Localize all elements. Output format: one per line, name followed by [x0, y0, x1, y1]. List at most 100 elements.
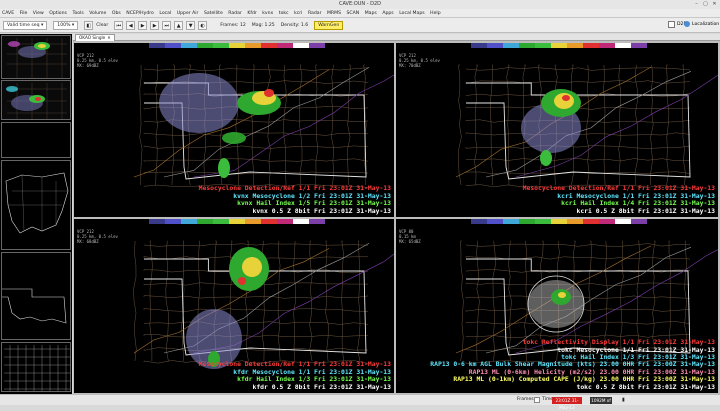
thumbnail-oklahoma-map[interactable]: [1, 252, 71, 340]
menu-item-tokc[interactable]: tokc: [279, 11, 289, 16]
menu-item-apps[interactable]: Apps: [382, 11, 393, 16]
thumbnail-blank[interactable]: [1, 122, 71, 158]
color-bar-segment: [631, 43, 647, 48]
menu-item-view[interactable]: View: [33, 11, 44, 16]
color-bar-segment: [293, 219, 309, 224]
clear-icon[interactable]: ◧: [84, 20, 94, 30]
density-control[interactable]: Density: 1.6: [281, 23, 308, 28]
radar-info-line: MX: 68dBZ: [77, 239, 99, 244]
menu-item-upper-air[interactable]: Upper Air: [177, 11, 199, 16]
warngen-button[interactable]: WarnGen: [314, 20, 344, 30]
pane-kvnx[interactable]: VCP 212 0.25 km, 0.5 elev MX: 69dBZ Mesocyc…: [74, 43, 394, 217]
radar-echo: [159, 73, 239, 133]
menu-item-cave[interactable]: CAVE: [2, 11, 14, 16]
menu-item-kvnx[interactable]: kvnx: [262, 11, 273, 16]
radar-info-readout: VCP 212 0.25 km, 0.5 elev MX: 68dBZ: [77, 229, 118, 244]
menu-item-options[interactable]: Options: [49, 11, 67, 16]
menu-item-mrms[interactable]: MRMS: [327, 11, 341, 16]
thumbnail-radar-1[interactable]: [1, 35, 71, 79]
color-bar-segment: [583, 219, 599, 224]
radar-echo: [238, 277, 246, 285]
county-line: [143, 67, 369, 71]
color-bar-segment: [181, 219, 197, 224]
localization-button[interactable]: Localization: [684, 21, 719, 27]
thumbnail-us-map[interactable]: [1, 160, 71, 250]
menu-item-volume[interactable]: Volume: [89, 11, 106, 16]
menu-item-kfdr[interactable]: Kfdr: [247, 11, 256, 16]
legend-entry[interactable]: kcri 0.5 Z 8bit Fri 23:01Z 31-May-13: [523, 207, 715, 215]
play-icon[interactable]: ▶: [138, 20, 148, 30]
menu-item-help[interactable]: Help: [430, 11, 440, 16]
menu-item-tools[interactable]: Tools: [72, 11, 83, 16]
county-line: [143, 334, 369, 338]
menu-item-scan[interactable]: SCAN: [347, 11, 360, 16]
county-line: [325, 240, 329, 362]
color-bar-segment: [245, 219, 261, 224]
last-frame-icon[interactable]: ⏭: [162, 20, 172, 30]
radar-echo: [242, 257, 262, 277]
thumbnail-radar-1-map: [2, 36, 70, 78]
image-properties-icon[interactable]: ◐: [198, 20, 208, 30]
color-bar-segment: [567, 43, 583, 48]
color-bar-segment: [245, 43, 261, 48]
menu-item-obs[interactable]: Obs: [112, 11, 121, 16]
thumbnail-county-map[interactable]: [1, 342, 71, 392]
county-line: [143, 145, 369, 149]
legend-entry[interactable]: tokc 0.5 Z 8bit Fri 23:01Z 31-May-13: [430, 383, 715, 391]
maximize-icon[interactable]: ▢: [702, 1, 709, 7]
up-arrow-icon[interactable]: ▲: [174, 20, 184, 30]
menu-item-local[interactable]: Local: [159, 11, 171, 16]
color-bar-segment: [551, 43, 567, 48]
frames-control[interactable]: Frames: 12: [220, 23, 246, 28]
menu-item-ncep-hydro[interactable]: NCEP/Hydro: [126, 11, 154, 16]
county-line: [299, 64, 303, 186]
legend-entry[interactable]: kfdr 0.5 Z 8bit Fri 23:01Z 31-May-13: [199, 383, 391, 391]
thumbnail-county-grid: [4, 345, 70, 391]
pane-tokc[interactable]: VCP 80 0.15 km MX: 65dBZ tokc Reflectivity …: [396, 219, 718, 393]
magnification-control[interactable]: Mag: 1.25: [252, 23, 275, 28]
color-bar-segment: [503, 43, 519, 48]
menu-item-radar[interactable]: Radar: [228, 11, 242, 16]
county-line: [465, 243, 690, 247]
menu-item-maps[interactable]: Maps: [365, 11, 377, 16]
tab-close-icon[interactable]: ✕: [107, 35, 111, 40]
county-line: [618, 64, 622, 186]
color-bar-segment: [181, 43, 197, 48]
color-bar-segment: [551, 219, 567, 224]
color-bar-segment: [471, 219, 487, 224]
time-select-dropdown[interactable]: Valid time seq ▾: [3, 20, 48, 30]
color-bar-segment: [487, 219, 503, 224]
close-icon[interactable]: ✕: [711, 1, 718, 7]
color-bar-segment: [503, 219, 519, 224]
minimize-icon[interactable]: –: [693, 1, 700, 7]
menu-item-satellite[interactable]: Satellite: [204, 11, 223, 16]
menu-item-radar[interactable]: Radar: [308, 11, 322, 16]
frames-status-icon[interactable]: [534, 397, 540, 403]
radar-info-readout: VCP 212 0.25 km, 0.5 elev MX: 69dBZ: [77, 53, 118, 68]
down-arrow-icon[interactable]: ▼: [186, 20, 196, 30]
pane-kcri[interactable]: VCP 212 0.25 km, 0.5 elev MX: 70dBZ Mesocyc…: [396, 43, 718, 217]
county-line: [650, 64, 654, 186]
color-bar-segment: [599, 219, 615, 224]
menu-item-local-maps[interactable]: Local Maps: [399, 11, 424, 16]
tab-okao-single[interactable]: OKAO Single ✕: [75, 34, 115, 41]
thumbnail-radar-2-map: [2, 81, 70, 119]
thumbnail-radar-2[interactable]: [1, 80, 71, 120]
menu-item-kcri[interactable]: kcri: [294, 11, 302, 16]
step-back-icon[interactable]: ◀: [126, 20, 136, 30]
county-line: [465, 67, 691, 71]
menu-item-file[interactable]: File: [20, 11, 28, 16]
first-frame-icon[interactable]: ⏮: [114, 20, 124, 30]
step-forward-icon[interactable]: ▶: [150, 20, 160, 30]
color-bar-segment: [149, 219, 165, 224]
county-line: [458, 64, 462, 186]
clear-button[interactable]: Clear: [96, 23, 108, 28]
product-legend: Mesocyclone Detection/Ref 1/1 Fri 23:01Z…: [523, 184, 715, 215]
legend-entry[interactable]: kvnx 0.5 Z 8bit Fri 23:01Z 31-May-13: [199, 207, 391, 215]
thumbnail-us-map-outline: [5, 172, 69, 234]
product-legend: Mesocyclone Detection/Ref 1/1 Fri 23:01Z…: [199, 360, 391, 391]
color-bar-segment: [631, 219, 647, 224]
zoom-dropdown[interactable]: 100% ▾: [53, 20, 79, 30]
pane-kfdr[interactable]: VCP 212 0.25 km, 0.5 elev MX: 68dBZ Mesocyc…: [74, 219, 394, 393]
time-status-value[interactable]: 23:01Z 31-May-13: [552, 397, 582, 410]
